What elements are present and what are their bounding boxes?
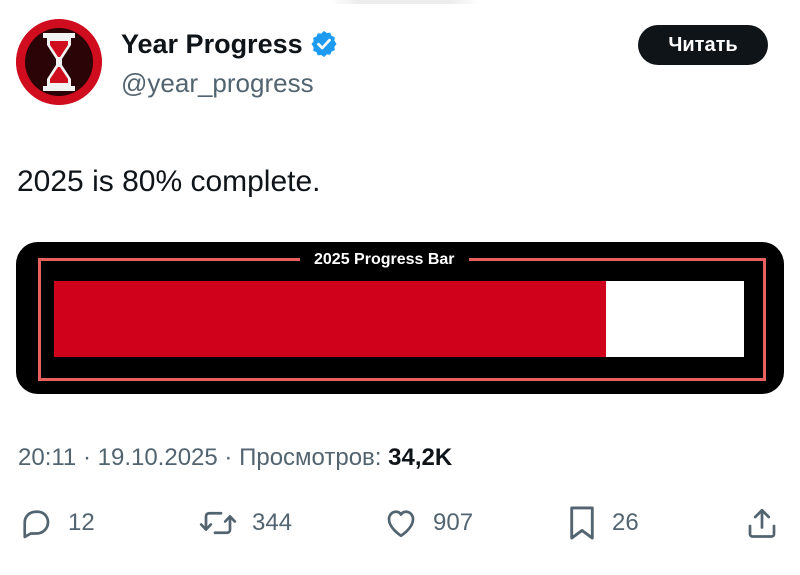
share-button[interactable] [744, 498, 780, 548]
follow-button[interactable]: Читать [638, 25, 768, 65]
heart-icon [387, 510, 415, 538]
repost-count: 344 [252, 509, 293, 536]
tweet-date[interactable]: 19.10.2025 [98, 444, 218, 471]
display-name-row[interactable]: Year Progress [121, 26, 339, 62]
avatar[interactable] [16, 19, 102, 105]
hourglass-icon [16, 19, 102, 105]
meta-separator: · [224, 444, 233, 471]
tweet-text: 2025 is 80% complete. [17, 165, 321, 198]
action-bar: 12 344 907 26 [0, 498, 800, 548]
previous-content-fragment [330, 0, 480, 4]
verified-badge-icon[interactable] [309, 29, 339, 59]
like-button[interactable]: 907 [383, 498, 473, 548]
tweet-time[interactable]: 20:11 [18, 444, 76, 471]
meta-separator: · [82, 444, 91, 471]
reply-icon [23, 510, 50, 539]
reply-count: 12 [68, 509, 95, 536]
progress-bar-track [54, 281, 744, 357]
like-count: 907 [433, 509, 474, 536]
bookmark-count: 26 [612, 509, 639, 536]
tweet-meta: 20:11 · 19.10.2025 · Просмотров: 34,2K [18, 442, 452, 474]
bookmark-button[interactable]: 26 [566, 498, 639, 548]
repost-icon [199, 511, 237, 535]
views-count: 34,2K [388, 444, 453, 471]
bookmark-icon [570, 506, 594, 540]
share-icon [748, 508, 776, 538]
repost-button[interactable]: 344 [198, 498, 292, 548]
views-label: Просмотров: [239, 444, 382, 471]
reply-button[interactable]: 12 [18, 498, 95, 548]
progress-bar-fill [54, 281, 606, 357]
display-name[interactable]: Year Progress [121, 26, 303, 62]
media-image[interactable]: 2025 Progress Bar [16, 242, 784, 394]
user-handle[interactable]: @year_progress [121, 66, 314, 100]
progress-bar-title: 2025 Progress Bar [300, 250, 469, 270]
